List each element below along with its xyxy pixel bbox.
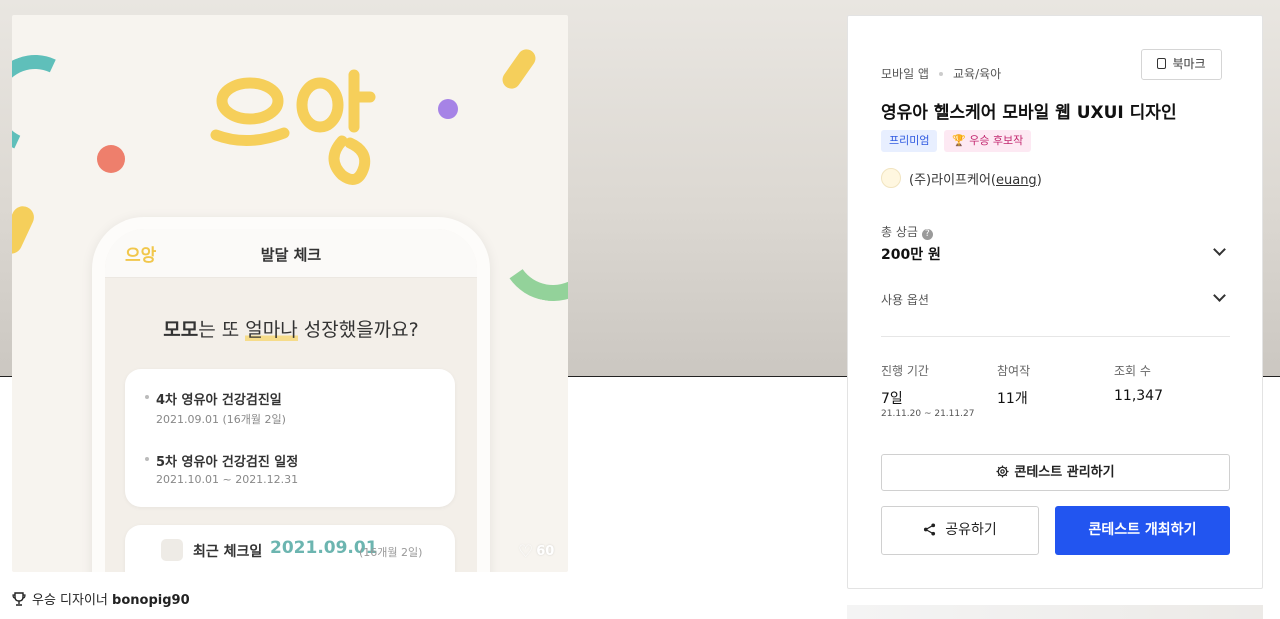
green-shape — [491, 186, 568, 310]
next-card-preview — [847, 605, 1263, 619]
category-link[interactable]: 모바일 앱 — [881, 67, 929, 81]
breadcrumb-separator — [938, 71, 943, 76]
designer-prefix: 우승 디자이너 — [32, 593, 108, 608]
period-value: 7일 — [881, 391, 903, 407]
trophy-icon — [12, 592, 26, 606]
checkup-event-date: 2021.09.01 (16개월 2일) — [156, 413, 286, 426]
checkup-event-title: 5차 영유아 건강검진 일정 — [144, 451, 298, 470]
checkup-event-date: 2021.10.01 ~ 2021.12.31 — [156, 473, 299, 486]
recent-check-age: (16개월 2일) — [359, 546, 423, 559]
views-value: 11,347 — [1114, 388, 1163, 404]
phone-title: 발달 체크 — [260, 246, 322, 264]
like-button[interactable]: ♡ 60 — [518, 542, 554, 562]
period-range: 21.11.20 ~ 21.11.27 — [881, 409, 975, 419]
entries-label: 참여작 — [997, 364, 1031, 378]
purple-dot — [438, 99, 458, 119]
views-label: 조회 수 — [1114, 364, 1151, 378]
company-handle-link[interactable]: euang — [996, 173, 1037, 188]
recent-check-card: 최근 체크일 2021.09.01 (16개월 2일) — [125, 525, 455, 572]
like-count: 60 — [536, 544, 555, 559]
question-text-end: 성장했을까요? — [297, 319, 419, 341]
calendar-icon — [161, 539, 183, 561]
usage-expand-chevron-icon[interactable] — [1213, 289, 1226, 302]
contest-info-panel: 모바일 앱 교육/육아 북마크 영유아 헬스케어 모바일 웹 UXUI 디자인 프… — [847, 15, 1263, 589]
child-name: 모모 — [163, 319, 199, 341]
teal-shape — [12, 41, 98, 167]
period-label: 진행 기간 — [881, 364, 929, 378]
yellow-shape-top — [499, 45, 539, 93]
euang-logo — [210, 69, 376, 185]
yellow-shape-left — [12, 202, 38, 258]
share-icon — [924, 523, 936, 536]
company-name: (주)라이프케어 — [909, 173, 991, 188]
breadcrumb: 모바일 앱 교육/육아 — [881, 65, 1001, 82]
designer-name[interactable]: bonopig90 — [112, 593, 190, 608]
phone-header: 으앙 발달 체크 — [105, 229, 477, 278]
question-highlight: 얼마나 — [245, 319, 298, 341]
contest-title: 영유아 헬스케어 모바일 웹 UXUI 디자인 — [881, 103, 1177, 123]
phone-screen: 으앙 발달 체크 모모는 또 얼마나 성장했을까요? 4차 영유아 건강검진일 … — [105, 229, 477, 572]
share-button[interactable]: 공유하기 — [881, 506, 1039, 555]
phone-mockup: 으앙 발달 체크 모모는 또 얼마나 성장했을까요? 4차 영유아 건강검진일 … — [92, 217, 490, 572]
manage-contest-label: 콘테스트 관리하기 — [1014, 465, 1115, 480]
checkup-card: 4차 영유아 건강검진일 2021.09.01 (16개월 2일) 5차 영유아… — [125, 369, 455, 507]
divider — [881, 336, 1230, 337]
checkup-event-title: 4차 영유아 건강검진일 — [145, 389, 282, 408]
manage-contest-button[interactable]: 콘테스트 관리하기 — [881, 454, 1230, 491]
winning-designer[interactable]: 우승 디자이너 bonopig90 — [12, 589, 190, 608]
usage-option-label: 사용 옵션 — [881, 293, 929, 307]
bookmark-button[interactable]: 북마크 — [1141, 49, 1222, 80]
development-question: 모모는 또 얼마나 성장했을까요? — [105, 315, 477, 342]
gear-icon — [996, 465, 1009, 478]
company-info: (주)라이프케어(euang) — [881, 168, 1042, 188]
host-contest-button[interactable]: 콘테스트 개최하기 — [1055, 506, 1230, 555]
question-text-mid: 는 또 — [198, 319, 246, 341]
winner-candidate-badge: 🏆 우승 후보작 — [944, 130, 1032, 152]
contest-artwork[interactable]: 으앙 발달 체크 모모는 또 얼마나 성장했을까요? 4차 영유아 건강검진일 … — [12, 15, 568, 572]
prize-value: 200만 원 — [881, 247, 941, 263]
bookmark-label: 북마크 — [1172, 57, 1206, 71]
premium-badge: 프리미엄 — [881, 130, 938, 152]
prize-label-text: 총 상금 — [881, 225, 918, 239]
red-dot — [97, 145, 125, 173]
entries-value: 11개 — [997, 391, 1028, 407]
help-icon[interactable]: ? — [921, 229, 933, 240]
recent-check-label: 최근 체크일 — [193, 544, 263, 560]
prize-label: 총 상금? — [881, 223, 933, 240]
prize-expand-chevron-icon[interactable] — [1213, 243, 1226, 256]
share-label: 공유하기 — [945, 522, 997, 538]
company-logo — [881, 168, 901, 188]
heart-icon: ♡ — [518, 542, 534, 562]
subcategory-link[interactable]: 교육/육아 — [953, 67, 1001, 81]
bookmark-icon — [1157, 58, 1167, 69]
